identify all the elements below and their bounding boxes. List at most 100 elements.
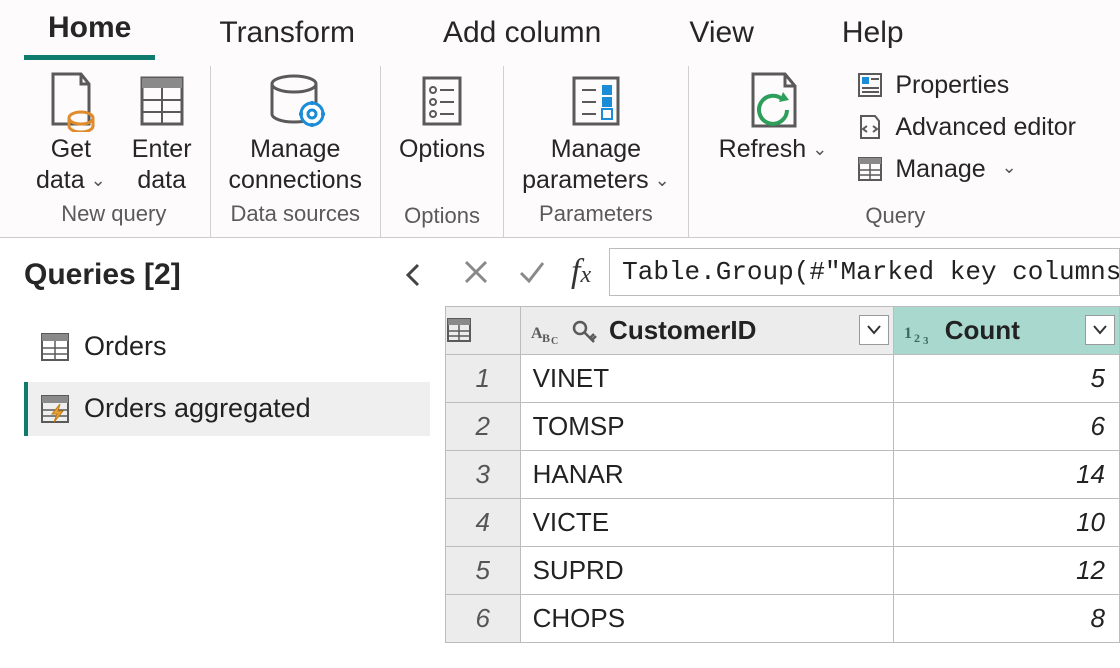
- tab-home[interactable]: Home: [24, 0, 155, 60]
- number-type-icon: 123: [904, 320, 936, 344]
- grid-body: 1 VINET 5 2 TOMSP 6 3 HANAR 14: [446, 354, 1120, 642]
- column-header-label: Count: [945, 315, 1020, 345]
- get-data-icon: [45, 70, 97, 132]
- manage-query-label: Manage: [895, 155, 985, 184]
- manage-query-icon: [855, 154, 885, 184]
- tab-add-column[interactable]: Add column: [419, 4, 625, 60]
- column-header-label: CustomerID: [609, 315, 756, 345]
- manage-connections-button[interactable]: Manage connections: [223, 66, 368, 199]
- row-number: 5: [446, 546, 521, 594]
- options-button[interactable]: Options x: [393, 66, 491, 201]
- enter-data-icon: [136, 70, 188, 132]
- tab-view[interactable]: View: [665, 4, 777, 60]
- svg-text:B: B: [542, 331, 550, 344]
- manage-connections-label: Manage connections: [229, 134, 362, 197]
- table-lightning-icon: [38, 392, 72, 426]
- column-header-count[interactable]: 123 Count: [893, 306, 1119, 354]
- row-number: 3: [446, 450, 521, 498]
- ribbon-group-query: Refresh x: [689, 66, 1102, 237]
- queries-pane: Queries [2] Ord: [0, 238, 445, 668]
- query-item-orders-aggregated[interactable]: Orders aggregated: [24, 382, 430, 436]
- advanced-editor-icon: [855, 112, 885, 142]
- key-icon: [572, 319, 598, 345]
- grid-corner-button[interactable]: [446, 306, 521, 354]
- enter-data-button[interactable]: Enter data: [126, 66, 198, 199]
- group-caption-parameters: Parameters: [539, 201, 653, 231]
- refresh-button[interactable]: Refresh x: [713, 66, 834, 201]
- ribbon-group-options: Options x Options: [381, 66, 504, 237]
- properties-icon: [855, 70, 885, 100]
- manage-connections-icon: [260, 70, 330, 132]
- table-icon: [38, 330, 72, 364]
- get-data-button[interactable]: Get data: [30, 66, 112, 199]
- advanced-editor-label: Advanced editor: [895, 113, 1076, 142]
- formula-input[interactable]: Table.Group(#"Marked key columns": [609, 248, 1120, 296]
- commit-formula-icon[interactable]: [511, 251, 553, 293]
- cell-customerid[interactable]: CHOPS: [520, 594, 893, 642]
- fx-icon[interactable]: fx: [567, 253, 595, 291]
- row-number: 1: [446, 354, 521, 402]
- query-item-label: Orders aggregated: [84, 393, 311, 424]
- cancel-formula-icon[interactable]: [455, 251, 497, 293]
- svg-text:2: 2: [914, 331, 920, 344]
- svg-text:3: 3: [923, 335, 929, 344]
- manage-query-button[interactable]: Manage: [853, 150, 1078, 188]
- row-number: 2: [446, 402, 521, 450]
- queries-list: Orders Orders aggregated: [24, 320, 430, 436]
- enter-data-label: Enter data: [132, 134, 192, 197]
- cell-customerid[interactable]: VICTE: [520, 498, 893, 546]
- column-filter-button[interactable]: [1085, 315, 1115, 345]
- table-row[interactable]: 3 HANAR 14: [446, 450, 1120, 498]
- get-data-label: Get data: [36, 134, 106, 197]
- ribbon-group-new-query: Get data Enter data New que: [18, 66, 211, 237]
- options-icon: [416, 70, 468, 132]
- table-row[interactable]: 4 VICTE 10: [446, 498, 1120, 546]
- row-number: 6: [446, 594, 521, 642]
- properties-label: Properties: [895, 71, 1009, 100]
- query-item-orders[interactable]: Orders: [24, 320, 430, 374]
- cell-customerid[interactable]: VINET: [520, 354, 893, 402]
- cell-count[interactable]: 10: [893, 498, 1119, 546]
- properties-button[interactable]: Properties: [853, 66, 1078, 104]
- svg-text:1: 1: [904, 325, 912, 342]
- data-grid: ABC CustomerID: [445, 306, 1120, 643]
- manage-parameters-label: Manage parameters: [522, 134, 670, 197]
- cell-count[interactable]: 8: [893, 594, 1119, 642]
- ribbon-group-parameters: Manage parameters Parameters: [504, 66, 689, 237]
- text-type-icon: ABC: [531, 320, 563, 344]
- manage-parameters-button[interactable]: Manage parameters: [516, 66, 676, 199]
- tab-help[interactable]: Help: [818, 4, 928, 60]
- refresh-icon: [743, 70, 803, 132]
- ribbon-tabs: Home Transform Add column View Help: [0, 0, 1120, 60]
- options-label: Options: [399, 134, 485, 165]
- svg-text:C: C: [551, 336, 558, 344]
- cell-customerid[interactable]: TOMSP: [520, 402, 893, 450]
- group-caption-options: Options: [404, 203, 480, 233]
- group-caption-new-query: New query: [61, 201, 166, 231]
- column-header-customerid[interactable]: ABC CustomerID: [520, 306, 893, 354]
- table-row[interactable]: 2 TOMSP 6: [446, 402, 1120, 450]
- manage-parameters-icon: [566, 70, 626, 132]
- cell-count[interactable]: 12: [893, 546, 1119, 594]
- column-filter-button[interactable]: [859, 315, 889, 345]
- table-row[interactable]: 1 VINET 5: [446, 354, 1120, 402]
- cell-count[interactable]: 14: [893, 450, 1119, 498]
- cell-customerid[interactable]: HANAR: [520, 450, 893, 498]
- tab-transform[interactable]: Transform: [195, 4, 379, 60]
- editor-main: fx Table.Group(#"Marked key columns": [445, 238, 1120, 668]
- table-row[interactable]: 6 CHOPS 8: [446, 594, 1120, 642]
- collapse-queries-icon[interactable]: [396, 258, 430, 292]
- formula-bar: fx Table.Group(#"Marked key columns": [445, 238, 1120, 306]
- ribbon: Get data Enter data New que: [0, 60, 1120, 238]
- query-item-label: Orders: [84, 331, 167, 362]
- cell-count[interactable]: 5: [893, 354, 1119, 402]
- table-row[interactable]: 5 SUPRD 12: [446, 546, 1120, 594]
- queries-pane-title: Queries [2]: [24, 258, 181, 292]
- cell-count[interactable]: 6: [893, 402, 1119, 450]
- row-number: 4: [446, 498, 521, 546]
- cell-customerid[interactable]: SUPRD: [520, 546, 893, 594]
- group-caption-query: Query: [865, 203, 925, 233]
- refresh-label: Refresh: [719, 134, 828, 165]
- group-caption-data-sources: Data sources: [230, 201, 360, 231]
- advanced-editor-button[interactable]: Advanced editor: [853, 108, 1078, 146]
